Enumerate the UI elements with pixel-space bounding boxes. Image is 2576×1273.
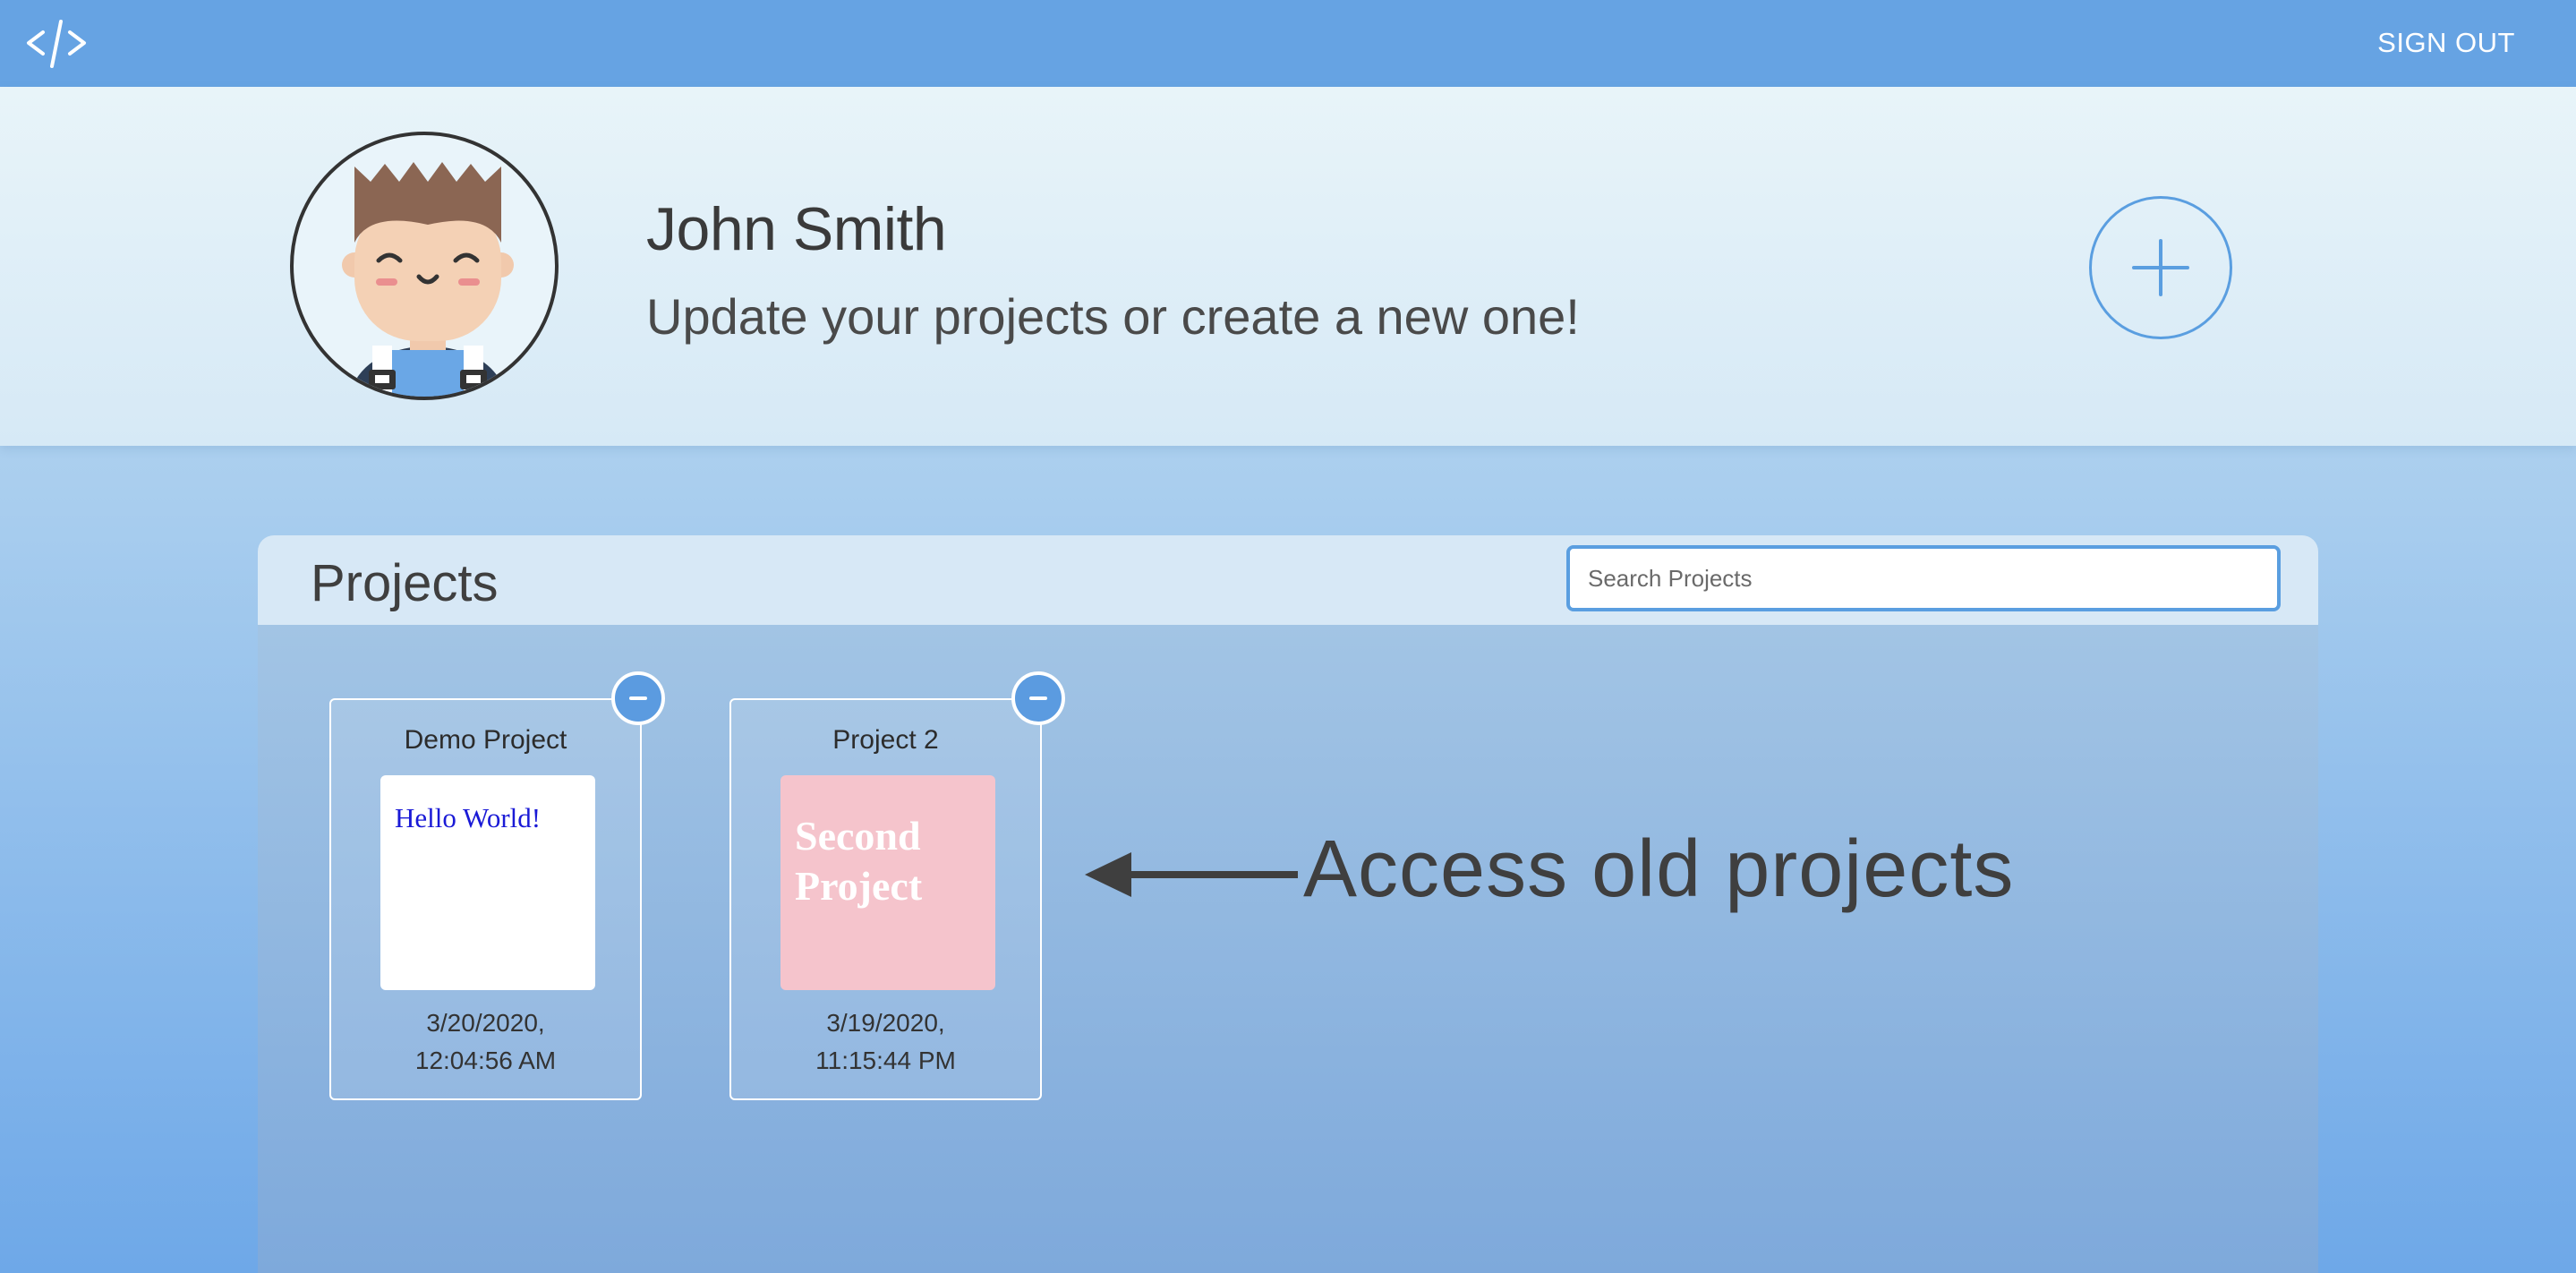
project-preview[interactable]: Hello World! <box>380 775 595 990</box>
remove-project-button[interactable] <box>1011 671 1065 725</box>
project-date-line: 3/19/2020, <box>826 1009 945 1037</box>
minus-icon <box>629 696 647 700</box>
preview-text: Hello World! <box>395 802 542 833</box>
minus-icon <box>1029 696 1047 700</box>
sign-out-link[interactable]: SIGN OUT <box>2377 27 2515 59</box>
projects-panel-header: Projects <box>258 535 2318 625</box>
project-date-line: 3/20/2020, <box>426 1009 545 1037</box>
project-card-demo[interactable]: Demo Project Hello World! 3/20/2020, 12:… <box>329 671 665 1100</box>
plus-icon <box>2132 239 2189 296</box>
projects-title: Projects <box>311 554 499 612</box>
add-project-button[interactable] <box>2089 196 2232 339</box>
remove-project-button[interactable] <box>611 671 665 725</box>
avatar-illustration <box>342 162 514 397</box>
user-name: John Smith <box>646 195 947 263</box>
profile-header: John Smith Update your projects or creat… <box>0 87 2576 446</box>
search-projects-input[interactable] <box>1566 545 2281 611</box>
project-date: 3/20/2020, 12:04:56 AM <box>331 1004 640 1080</box>
arrow-left-icon <box>1085 852 1298 897</box>
project-date: 3/19/2020, 11:15:44 PM <box>731 1004 1040 1080</box>
project-card-2[interactable]: Project 2 Second Project 3/19/2020, 11:1… <box>729 671 1065 1100</box>
preview-text: Second Project <box>795 813 923 909</box>
project-title: Demo Project <box>404 725 567 755</box>
code-brackets-icon[interactable] <box>23 13 88 73</box>
annotation-text: Access old projects <box>1303 824 2015 914</box>
user-tagline: Update your projects or create a new one… <box>646 288 1580 345</box>
user-avatar <box>290 132 559 400</box>
project-time-line: 12:04:56 AM <box>414 1047 557 1074</box>
project-time-line: 11:15:44 PM <box>815 1047 956 1074</box>
project-preview[interactable]: Second Project <box>780 775 995 990</box>
top-nav-bar: SIGN OUT <box>0 0 2576 87</box>
project-title: Project 2 <box>832 725 939 755</box>
